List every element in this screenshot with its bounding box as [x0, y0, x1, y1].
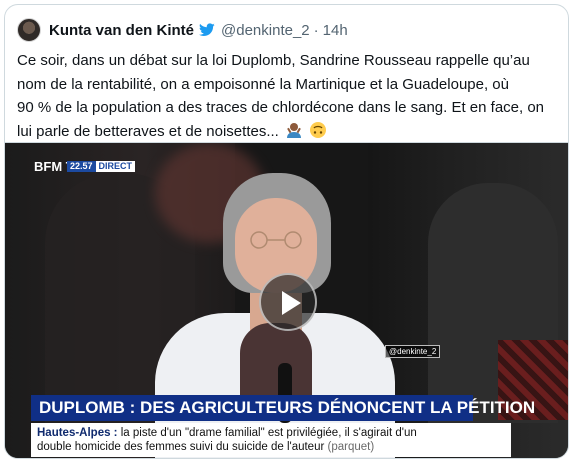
twitter-bird-icon	[199, 23, 215, 37]
live-badge: 22.57 DIRECT	[67, 161, 136, 172]
ticker-line-1: la piste d'un "drame familial" est privi…	[120, 427, 417, 439]
news-headline-banner: DUPLOMB : DES AGRICULTEURS DÉNONCENT LA …	[31, 395, 535, 421]
ticker-source: (parquet)	[327, 441, 375, 453]
tweet-header: Kunta van den Kinté @denkinte_2 · 14h	[17, 17, 348, 43]
author-name[interactable]: Kunta van den Kinté	[49, 22, 194, 39]
tweet-text-line: 90 % de la population a des traces de ch…	[17, 99, 545, 116]
author-handle[interactable]: @denkinte_2	[221, 22, 310, 39]
video-watermark: @denkinte_2	[385, 345, 441, 358]
author-avatar[interactable]	[17, 18, 41, 42]
live-label: DIRECT	[95, 161, 136, 172]
tweet-text-line-last: lui parle de betteraves et de noisettes.…	[17, 122, 279, 140]
tweet-text-line: Ce soir, dans un débat sur la loi Duplom…	[17, 52, 530, 69]
tweet-card[interactable]: Kunta van den Kinté @denkinte_2 · 14h Ce…	[4, 4, 569, 459]
tweet-text: Ce soir, dans un débat sur la loi Duplom…	[17, 49, 557, 146]
news-ticker: Hautes-Alpes : la piste d'un "drame fami…	[31, 423, 511, 457]
tweet-text-line: nom de la rentabilité, on a empoisonné l…	[17, 75, 509, 93]
tweet-timestamp[interactable]: 14h	[323, 22, 348, 39]
play-button[interactable]	[259, 273, 317, 331]
play-icon	[282, 291, 301, 315]
separator-dot: ·	[313, 21, 319, 39]
ticker-line-2: double homicide des femmes suivi du suic…	[37, 441, 325, 453]
live-time: 22.57	[67, 161, 96, 172]
ticker-place: Hautes-Alpes :	[37, 427, 118, 439]
speaker-top	[240, 323, 312, 403]
video-player[interactable]: BFM TV. 22.57 DIRECT @denkinte_2 DUPLOMB…	[5, 142, 568, 458]
speaker-glasses	[250, 231, 302, 249]
